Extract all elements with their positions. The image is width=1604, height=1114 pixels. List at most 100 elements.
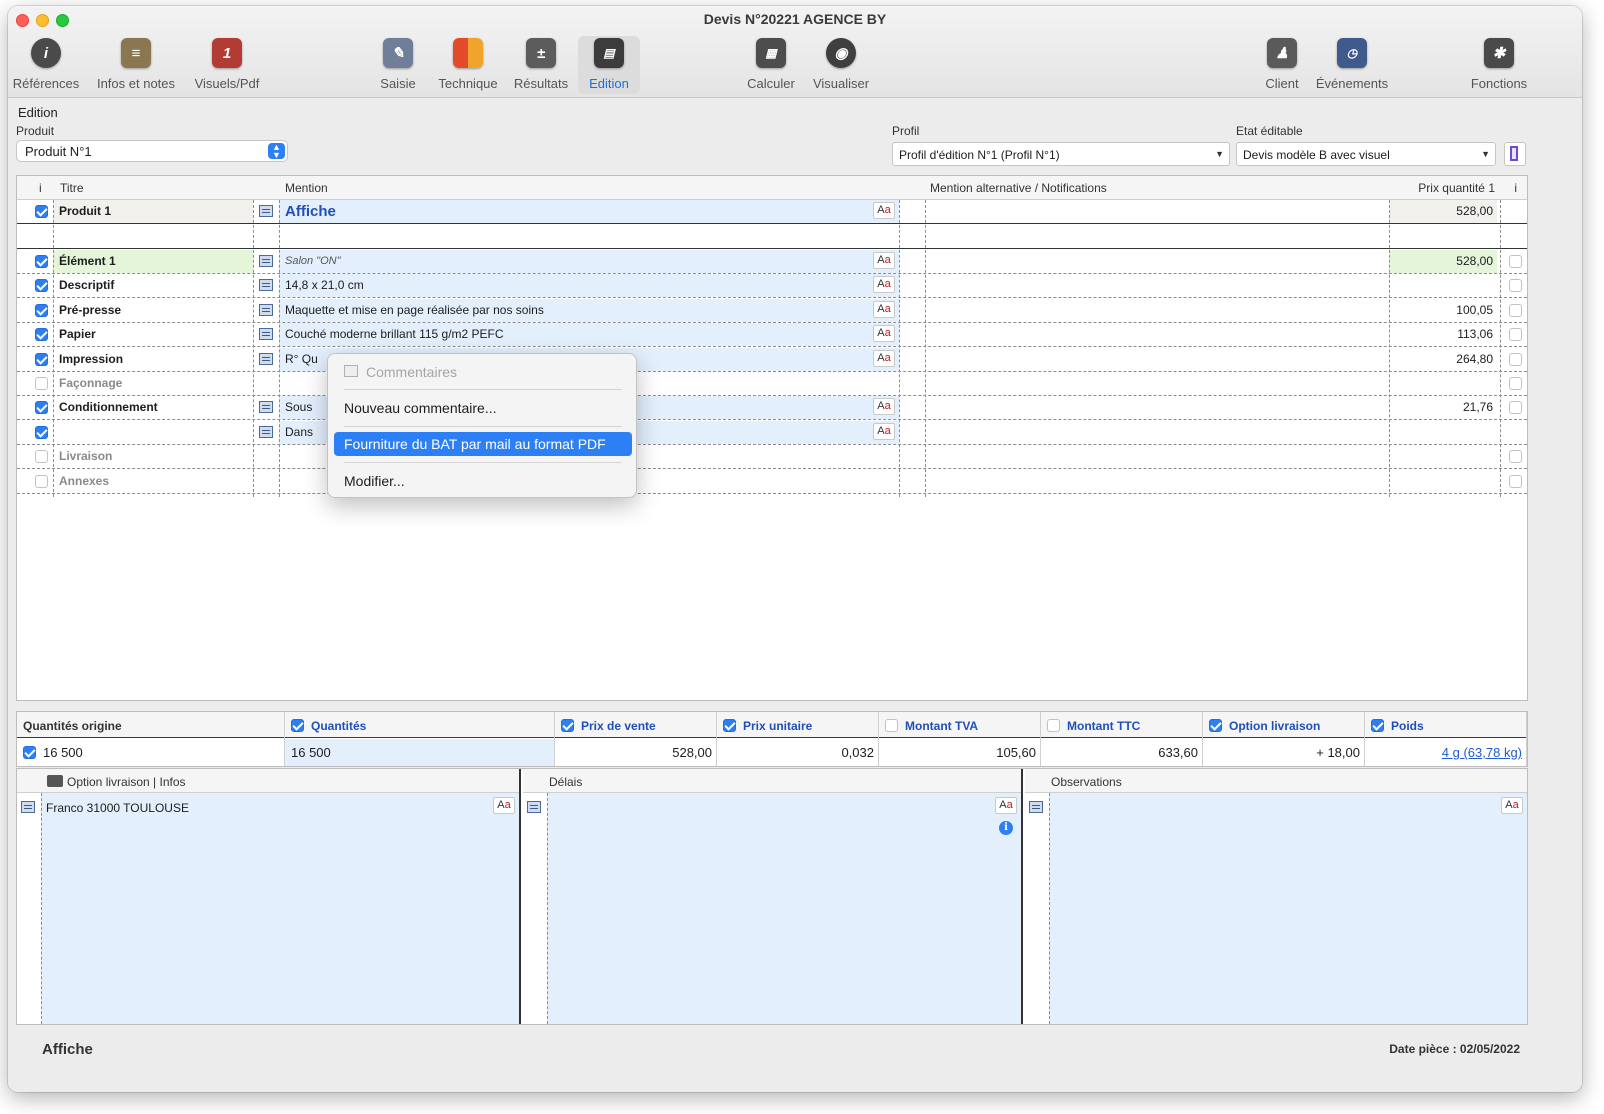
toolbar-fonctions-button[interactable]: ✱ Fonctions	[1466, 36, 1532, 94]
row-checkbox[interactable]	[35, 352, 48, 366]
row-checkbox[interactable]	[35, 279, 48, 293]
edit-text-icon[interactable]	[259, 328, 273, 341]
toolbar-infos-notes-button[interactable]: ≡ Infos et notes	[94, 36, 178, 94]
toolbar-client-button[interactable]: ♟ Client	[1254, 36, 1310, 94]
font-style-icon[interactable]: Aa	[995, 797, 1017, 814]
row-mention[interactable]: 14,8 x 21,0 cm	[279, 274, 899, 298]
livraison-text-area[interactable]: Franco 31000 TOULOUSE Aa	[41, 793, 519, 1024]
table-row[interactable]: Pré-presse Maquette et mise en page réali…	[17, 298, 1527, 323]
font-style-icon[interactable]: Aa	[873, 398, 895, 416]
profil-select[interactable]: Profil d'édition N°1 (Profil N°1) ▼	[892, 142, 1230, 166]
table-row[interactable]: Livraison	[17, 445, 1527, 470]
table-row-produit[interactable]: Produit 1 Affiche Aa 528,00	[17, 200, 1527, 224]
toolbar-visuels-pdf-button[interactable]: 1 Visuels/Pdf	[190, 36, 264, 94]
row-right-checkbox[interactable]	[1509, 377, 1522, 390]
truck-icon	[47, 775, 63, 787]
quantity-value[interactable]: 16 500	[291, 745, 331, 760]
row-prix: 264,80	[1456, 351, 1493, 366]
table-row[interactable]: Élément 1 Salon "ON" Aa 528,00	[17, 250, 1527, 274]
row-right-checkbox[interactable]	[1509, 303, 1522, 317]
calculator-results-icon: ±	[526, 38, 556, 68]
table-row[interactable]: Descriptif 14,8 x 21,0 cm Aa	[17, 274, 1527, 299]
row-prix: 113,06	[1457, 327, 1493, 342]
column-toggle-checkbox[interactable]	[1047, 719, 1060, 732]
toolbar-evenements-button[interactable]: ◷ Événements	[1312, 36, 1392, 94]
column-toggle-checkbox[interactable]	[885, 719, 898, 732]
toolbar-visualiser-button[interactable]: ◉ Visualiser	[808, 36, 874, 94]
delais-text-area[interactable]: Aa i	[547, 793, 1021, 1024]
quantity-column-label: Prix unitaire	[743, 719, 813, 733]
edit-text-icon[interactable]	[259, 279, 273, 292]
toolbar-resultats-button[interactable]: ± Résultats	[510, 36, 572, 94]
produit-mention[interactable]: Affiche	[279, 200, 899, 223]
font-style-icon[interactable]: Aa	[873, 300, 895, 318]
font-style-icon[interactable]: Aa	[873, 276, 895, 294]
export-button[interactable]	[1504, 142, 1526, 166]
font-style-icon[interactable]: Aa	[873, 252, 895, 269]
row-checkbox[interactable]	[35, 401, 48, 415]
table-row[interactable]: Dans Aa	[17, 420, 1527, 445]
edit-text-icon[interactable]	[259, 303, 273, 316]
edit-text-icon[interactable]	[21, 801, 35, 813]
table-row[interactable]: Façonnage	[17, 372, 1527, 396]
observations-text-area[interactable]: Aa	[1049, 793, 1527, 1024]
info-icon[interactable]: i	[999, 821, 1013, 835]
table-row[interactable]: Annexes	[17, 470, 1527, 494]
produit-select[interactable]: Produit N°1 ▲ ▼	[16, 140, 288, 162]
font-style-icon[interactable]: Aa	[873, 349, 895, 367]
menu-item-nouveau-commentaire[interactable]: Nouveau commentaire...	[334, 396, 632, 420]
table-row[interactable]: Papier Couché moderne brillant 115 g/m2 P…	[17, 323, 1527, 348]
chevron-updown-icon: ▲ ▼	[268, 143, 285, 160]
edit-text-icon[interactable]	[259, 255, 273, 267]
produit-checkbox[interactable]	[35, 205, 48, 218]
column-toggle-checkbox[interactable]	[1209, 719, 1222, 732]
row-right-checkbox[interactable]	[1509, 352, 1522, 366]
quantity-checkbox[interactable]	[23, 746, 36, 759]
row-right-checkbox[interactable]	[1509, 401, 1522, 415]
row-mention[interactable]: Salon "ON"	[279, 250, 899, 273]
chevron-down-icon: ▼	[1481, 149, 1490, 159]
menu-item-modifier[interactable]: Modifier...	[334, 469, 632, 493]
font-style-icon[interactable]: Aa	[873, 422, 895, 440]
font-style-icon[interactable]: Aa	[873, 325, 895, 343]
font-style-icon[interactable]: Aa	[1501, 797, 1523, 814]
row-right-checkbox[interactable]	[1509, 328, 1522, 342]
quantity-column-label: Montant TVA	[905, 719, 979, 733]
column-toggle-checkbox[interactable]	[291, 719, 304, 732]
column-toggle-checkbox[interactable]	[561, 719, 574, 732]
edit-text-icon[interactable]	[259, 352, 273, 365]
row-checkbox[interactable]	[35, 377, 48, 390]
toolbar-technique-button[interactable]: Technique	[434, 36, 502, 94]
edit-text-icon[interactable]	[259, 205, 273, 217]
row-mention[interactable]: Couché moderne brillant 115 g/m2 PEFC	[279, 323, 899, 347]
toolbar-calculer-button[interactable]: ▦ Calculer	[740, 36, 802, 94]
row-right-checkbox[interactable]	[1509, 474, 1522, 488]
edit-text-icon[interactable]	[259, 401, 273, 414]
edit-text-icon[interactable]	[259, 425, 273, 438]
font-style-icon[interactable]: Aa	[493, 797, 515, 814]
font-style-icon[interactable]: Aa	[873, 202, 895, 219]
row-checkbox[interactable]	[35, 303, 48, 317]
row-checkbox[interactable]	[35, 474, 48, 488]
row-checkbox[interactable]	[35, 450, 48, 464]
row-right-checkbox[interactable]	[1509, 255, 1522, 268]
weight-link[interactable]: 4 g (63,78 kg)	[1442, 745, 1522, 760]
edit-text-icon[interactable]	[527, 801, 541, 813]
table-row[interactable]: Impression R° Qu Aa 264,80	[17, 347, 1527, 372]
edit-text-icon[interactable]	[1029, 801, 1043, 813]
column-toggle-checkbox[interactable]	[1371, 719, 1384, 732]
column-toggle-checkbox[interactable]	[723, 719, 736, 732]
row-mention[interactable]: Maquette et mise en page réalisée par no…	[279, 298, 899, 322]
menu-item-fourniture-bat[interactable]: Fourniture du BAT par mail au format PDF	[334, 432, 632, 456]
row-checkbox[interactable]	[35, 425, 48, 439]
row-checkbox[interactable]	[35, 255, 48, 268]
bottom-panels: Option livraison | Infos Franco 31000 TO…	[16, 768, 1528, 1025]
toolbar-edition-button[interactable]: ▤ Edition	[578, 36, 640, 94]
row-checkbox[interactable]	[35, 328, 48, 342]
etat-select[interactable]: Devis modèle B avec visuel ▼	[1236, 142, 1496, 166]
table-row[interactable]: Conditionnement Sous Aa 21,76	[17, 396, 1527, 421]
row-right-checkbox[interactable]	[1509, 450, 1522, 464]
toolbar-saisie-button[interactable]: ✎ Saisie	[370, 36, 426, 94]
toolbar-references-button[interactable]: i Références	[12, 36, 80, 94]
row-right-checkbox[interactable]	[1509, 279, 1522, 293]
